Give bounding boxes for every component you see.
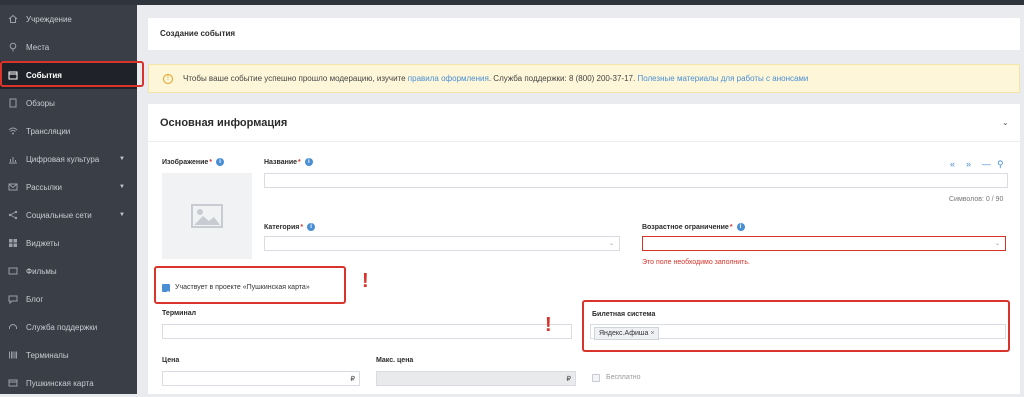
- ticket-system-tag: Яндекс.Афиша ×: [594, 327, 660, 340]
- ruble-icon: ₽: [350, 376, 355, 383]
- sidebar-item-label: Обзоры: [26, 98, 55, 108]
- sidebar-item-films[interactable]: Фильмы: [0, 257, 137, 285]
- sidebar-item-label: Виджеты: [26, 238, 60, 248]
- dash-icon[interactable]: —: [982, 159, 991, 169]
- price-input[interactable]: ₽: [162, 371, 360, 386]
- sidebar-item-digital-culture[interactable]: Цифровая культура ▼: [0, 145, 137, 173]
- check-icon: [163, 290, 169, 296]
- name-input[interactable]: [264, 173, 1008, 188]
- section-divider: [148, 141, 1020, 142]
- share-icon: [8, 210, 18, 220]
- chevron-down-icon: ⌄: [994, 241, 1000, 247]
- broadcast-icon: [8, 126, 18, 136]
- sidebar-item-label: Служба поддержки: [26, 322, 98, 332]
- sidebar-item-terminals[interactable]: Терминалы: [0, 341, 137, 369]
- info-icon[interactable]: i: [216, 158, 225, 166]
- materials-link[interactable]: Полезные материалы для работы с анонсами: [637, 74, 808, 83]
- terminal-input[interactable]: [162, 324, 572, 339]
- caret-down-icon: ▼: [119, 212, 125, 218]
- sidebar-item-label: Цифровая культура: [26, 154, 100, 164]
- free-checkbox[interactable]: [592, 374, 600, 382]
- info-icon[interactable]: i: [304, 158, 313, 166]
- notice-text-2: . Служба поддержки: 8 (800) 200-37-17.: [488, 74, 636, 83]
- image-placeholder-icon: [191, 204, 223, 228]
- sidebar-item-label: Рассылки: [26, 182, 62, 192]
- top-bar: [0, 0, 1024, 5]
- sidebar-item-mailings[interactable]: Рассылки ▼: [0, 173, 137, 201]
- sidebar-item-social-networks[interactable]: Социальные сети ▼: [0, 201, 137, 229]
- exclamation-mark: !: [362, 270, 369, 292]
- info-icon[interactable]: i: [736, 223, 745, 231]
- sidebar-item-label: Учреждение: [26, 14, 72, 24]
- age-restriction-select[interactable]: ⌄: [642, 236, 1006, 251]
- highlight-events: [0, 61, 144, 87]
- grid-icon: [8, 238, 18, 248]
- home-icon: [8, 14, 18, 24]
- exclamation-mark: !: [545, 314, 552, 336]
- barcode-icon: [8, 350, 18, 360]
- quote-close-icon[interactable]: »: [966, 159, 971, 169]
- category-select[interactable]: ⌄: [264, 236, 620, 251]
- max-price-input[interactable]: ₽: [376, 371, 576, 386]
- image-upload[interactable]: [162, 173, 252, 259]
- terminal-label: Терминал: [162, 310, 197, 317]
- chart-icon: [8, 154, 18, 164]
- chevron-down-icon: ⌄: [608, 241, 614, 247]
- info-icon[interactable]: i: [307, 223, 316, 231]
- category-label: Категория * i: [264, 223, 316, 231]
- sidebar-item-blog[interactable]: Блог: [0, 285, 137, 313]
- sidebar-item-label: Трансляции: [26, 126, 71, 136]
- caret-down-icon: ▼: [119, 156, 125, 162]
- image-label: Изображение * i: [162, 158, 225, 166]
- name-label: Название * i: [264, 158, 313, 166]
- film-icon: [8, 266, 18, 276]
- mail-icon: [8, 182, 18, 192]
- age-error-message: Это поле необходимо заполнить.: [642, 259, 750, 266]
- rules-link[interactable]: правила оформления: [408, 74, 489, 83]
- sidebar-item-label: Блог: [26, 294, 44, 304]
- ruble-icon: ₽: [566, 376, 571, 383]
- section-title: Основная информация: [160, 117, 288, 129]
- sidebar-item-label: Социальные сети: [26, 210, 92, 220]
- pushkin-checkbox[interactable]: [162, 284, 170, 296]
- special-char-icon[interactable]: ⚲: [997, 159, 1004, 170]
- moderation-notice: ! Чтобы ваше событие успешно прошло моде…: [148, 64, 1020, 93]
- warning-icon: !: [163, 73, 173, 84]
- age-label: Возрастное ограничение * i: [642, 223, 745, 231]
- sidebar-item-broadcasts[interactable]: Трансляции: [0, 117, 137, 145]
- sidebar-item-pushkin-card[interactable]: Пушкинская карта: [0, 369, 137, 397]
- location-pin-icon: [8, 42, 18, 52]
- free-label: Бесплатно: [606, 374, 641, 381]
- remove-tag-icon[interactable]: ×: [650, 330, 654, 337]
- sidebar-item-support[interactable]: Служба поддержки: [0, 313, 137, 341]
- pushkin-label: Участвует в проекте «Пушкинская карта»: [175, 284, 310, 291]
- page-title: Создание события: [160, 29, 236, 38]
- sidebar-item-label: Пушкинская карта: [26, 378, 94, 388]
- sidebar-item-institution[interactable]: Учреждение: [0, 5, 137, 33]
- sidebar-item-label: Фильмы: [26, 266, 57, 276]
- sidebar-item-widgets[interactable]: Виджеты: [0, 229, 137, 257]
- sidebar-item-label: Терминалы: [26, 350, 69, 360]
- notice-text-1: Чтобы ваше событие успешно прошло модера…: [183, 74, 406, 83]
- ticket-system-label: Билетная система: [592, 311, 656, 318]
- headset-icon: [8, 322, 18, 332]
- document-icon: [8, 98, 18, 108]
- sidebar-item-reviews[interactable]: Обзоры: [0, 89, 137, 117]
- chat-icon: [8, 294, 18, 304]
- card-icon: [8, 378, 18, 388]
- sidebar-item-places[interactable]: Места: [0, 33, 137, 61]
- header-card: [148, 18, 1020, 50]
- collapse-chevron-icon[interactable]: ⌄: [1002, 118, 1009, 127]
- max-price-label: Макс. цена: [376, 357, 414, 364]
- caret-down-icon: ▼: [119, 184, 125, 190]
- char-counter: Символов: 0 / 90: [949, 196, 1004, 203]
- quote-open-icon[interactable]: «: [950, 159, 955, 169]
- price-label: Цена: [162, 357, 180, 364]
- sidebar-item-label: Места: [26, 42, 50, 52]
